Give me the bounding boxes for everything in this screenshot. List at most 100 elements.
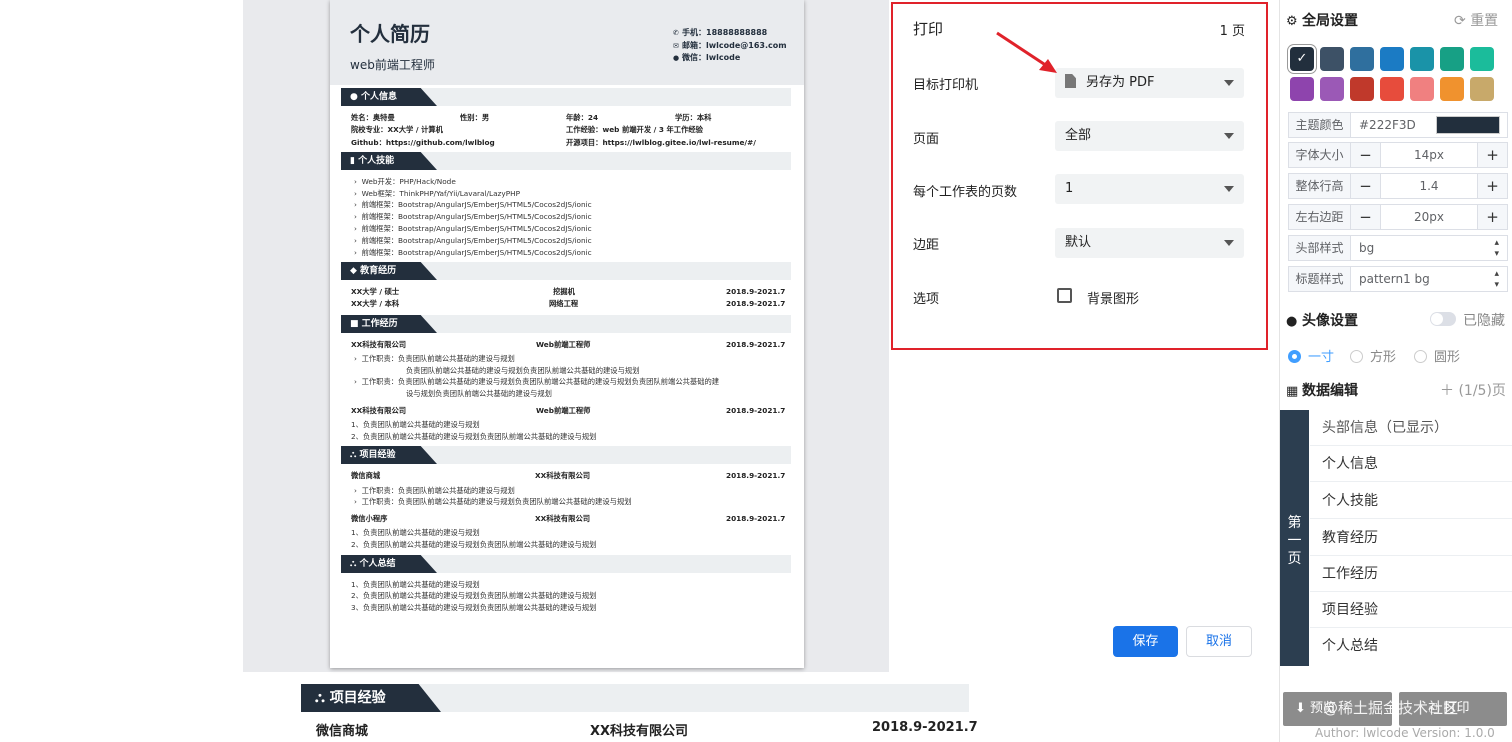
- color-swatch[interactable]: [1440, 77, 1464, 101]
- section-skills: ▮ 个人技能: [341, 152, 791, 170]
- skill-item: › Web开发：PHP/Hack/Node: [354, 177, 456, 186]
- contact-phone: ✆ 手机：18888888888: [673, 27, 767, 38]
- edu-major: 网络工程: [549, 299, 579, 308]
- project-line: 1、负责团队前端公共基础的建设与规划: [351, 528, 480, 537]
- module-item[interactable]: 工作经历: [1310, 556, 1512, 592]
- increment-button[interactable]: +: [1477, 143, 1507, 167]
- module-item[interactable]: 个人信息: [1310, 446, 1512, 482]
- avatar-option-inch[interactable]: 一寸: [1288, 346, 1334, 365]
- info-degree: 学历：本科: [675, 113, 712, 122]
- user-icon: ●: [1286, 314, 1298, 329]
- margins-label: 边距: [913, 238, 940, 253]
- project-name: 微信小程序: [351, 514, 388, 523]
- hide-avatar-toggle[interactable]: [1430, 312, 1456, 326]
- color-swatch[interactable]: [1350, 47, 1374, 71]
- info-name: 姓名：奥特曼: [351, 113, 395, 122]
- increment-button[interactable]: +: [1477, 205, 1507, 229]
- cancel-button[interactable]: 取消: [1186, 626, 1252, 657]
- section-skills-tag: ▮ 个人技能: [341, 152, 437, 170]
- reset-button[interactable]: ⟳ 重置: [1454, 10, 1498, 30]
- work-title: Web前端工程师: [536, 406, 591, 415]
- contact-phone-text: 手机：18888888888: [682, 28, 768, 37]
- section-summary-tag: ⛬ 个人总结: [341, 555, 437, 573]
- color-swatch[interactable]: [1320, 77, 1344, 101]
- global-settings-title: 全局设置: [1302, 13, 1358, 29]
- font-size-label: 字体大小: [1288, 142, 1350, 168]
- theme-color-value: #222F3D: [1359, 118, 1416, 132]
- section-education-title: 教育经历: [360, 266, 397, 276]
- info-github: Github：https://github.com/lwlblog: [351, 138, 495, 147]
- section-education: ◆ 教育经历: [341, 262, 791, 280]
- save-button[interactable]: 保存: [1113, 626, 1178, 657]
- skill-item: › 前端框架：Bootstrap/AngularJS/EmberJS/HTML5…: [354, 248, 592, 257]
- skill-item: › 前端框架：Bootstrap/AngularJS/EmberJS/HTML5…: [354, 224, 592, 233]
- line-height-value[interactable]: 1.4: [1381, 174, 1477, 198]
- color-swatch[interactable]: [1350, 77, 1374, 101]
- options-label: 选项: [913, 292, 940, 307]
- decrement-button[interactable]: −: [1351, 174, 1381, 198]
- header-style-select[interactable]: bg ▴ ▾: [1350, 235, 1508, 261]
- work-date: 2018.9-2021.7: [726, 340, 786, 349]
- decrement-button[interactable]: −: [1351, 205, 1381, 229]
- pages-select[interactable]: 全部: [1055, 121, 1244, 151]
- grid-icon: ▦: [1286, 384, 1299, 399]
- theme-color-input[interactable]: #222F3D: [1350, 112, 1508, 138]
- module-item[interactable]: 教育经历: [1310, 520, 1512, 556]
- contact-mail: ✉ 邮箱：lwlcode@163.com: [673, 40, 787, 51]
- select-arrows-icon: ▴ ▾: [1494, 238, 1499, 259]
- section-projects: ⛬ 项目经验: [341, 446, 791, 464]
- per-sheet-select[interactable]: 1: [1055, 174, 1244, 204]
- work-company: XX科技有限公司: [351, 406, 407, 415]
- module-item[interactable]: 个人总结: [1310, 628, 1512, 664]
- decrement-button[interactable]: −: [1351, 143, 1381, 167]
- avatar-option-square[interactable]: 方形: [1350, 346, 1396, 365]
- color-swatch[interactable]: [1410, 47, 1434, 71]
- color-swatch[interactable]: ✓: [1290, 47, 1314, 71]
- title-style-value: pattern1 bg: [1359, 272, 1430, 286]
- title-style-select[interactable]: pattern1 bg ▴ ▾: [1350, 266, 1508, 292]
- sitemap-icon: ⛬: [315, 690, 330, 706]
- printer-select[interactable]: 另存为 PDF: [1055, 68, 1244, 98]
- color-swatch[interactable]: [1470, 77, 1494, 101]
- watermark: @稀土掘金技术社区: [1323, 699, 1459, 717]
- color-swatch[interactable]: [1380, 47, 1404, 71]
- printer-value: 另存为 PDF: [1086, 75, 1155, 90]
- work-date: 2018.9-2021.7: [726, 406, 786, 415]
- padding-value[interactable]: 20px: [1381, 205, 1477, 229]
- skill-item: › 前端框架：Bootstrap/AngularJS/EmberJS/HTML5…: [354, 236, 592, 245]
- data-edit-header: ▦ 数据编辑: [1286, 380, 1358, 400]
- color-swatch[interactable]: [1320, 47, 1344, 71]
- color-swatch[interactable]: [1290, 77, 1314, 101]
- color-swatch[interactable]: [1440, 47, 1464, 71]
- font-size-value[interactable]: 14px: [1381, 143, 1477, 167]
- add-page-button[interactable]: ＋ (1/5)页: [1440, 380, 1506, 400]
- plus-icon: ＋: [1440, 383, 1459, 399]
- avatar-option-circle[interactable]: 圆形: [1414, 346, 1460, 365]
- project-line: 2、负责团队前端公共基础的建设与规划负责团队前端公共基础的建设与规划: [351, 540, 597, 549]
- project-line: › 工作职责：负责团队前端公共基础的建设与规划负责团队前端公共基础的建设与规划: [354, 497, 632, 506]
- module-item[interactable]: 项目经验: [1310, 592, 1512, 628]
- document-icon: [1065, 74, 1076, 88]
- hidden-label: 已隐藏: [1463, 313, 1505, 329]
- header-style-value: bg: [1359, 241, 1375, 255]
- increment-button[interactable]: +: [1477, 174, 1507, 198]
- module-item[interactable]: 头部信息（已显示）: [1310, 410, 1512, 446]
- resume-role: web前端工程师: [350, 58, 435, 72]
- summary-line: 2、负责团队前端公共基础的建设与规划负责团队前端公共基础的建设与规划: [351, 591, 597, 600]
- mail-icon: ✉: [673, 42, 679, 50]
- color-swatch[interactable]: [1380, 77, 1404, 101]
- edu-date: 2018.9-2021.7: [726, 287, 786, 296]
- page-tab-first[interactable]: 第一页: [1280, 410, 1309, 666]
- per-sheet-value: 1: [1065, 181, 1074, 196]
- background-graphics-checkbox[interactable]: [1057, 288, 1072, 303]
- project-line: › 工作职责：负责团队前端公共基础的建设与规划: [354, 486, 515, 495]
- color-swatch[interactable]: [1410, 77, 1434, 101]
- color-swatch[interactable]: [1470, 47, 1494, 71]
- margins-select[interactable]: 默认: [1055, 228, 1244, 258]
- line-height-label: 整体行高: [1288, 173, 1350, 199]
- module-item[interactable]: 个人技能: [1310, 483, 1512, 519]
- color-preview[interactable]: [1436, 116, 1500, 134]
- work-line: 负责团队前端公共基础的建设与规划负责团队前端公共基础的建设与规划: [406, 366, 640, 375]
- contact-mail-text: 邮箱：lwlcode@163.com: [682, 41, 787, 50]
- contact-wechat-text: 微信：lwlcode: [682, 53, 741, 62]
